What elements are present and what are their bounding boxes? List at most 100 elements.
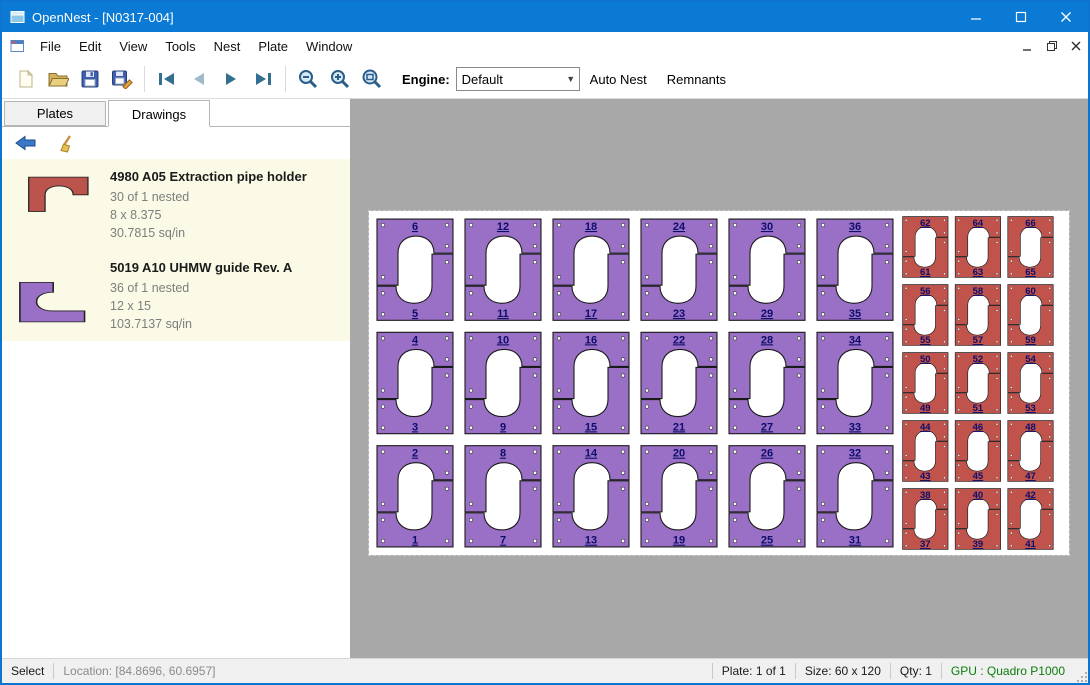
close-icon[interactable] — [1043, 2, 1088, 32]
part-number: 21 — [673, 421, 685, 433]
part-hole — [996, 219, 998, 221]
part-hole — [733, 223, 736, 226]
part-hole — [445, 426, 448, 429]
go-previous-icon[interactable] — [183, 64, 215, 94]
nest-cell[interactable]: 5453 — [1008, 353, 1053, 414]
menu-edit[interactable]: Edit — [70, 34, 110, 59]
save-as-icon[interactable] — [106, 64, 138, 94]
nest-cell[interactable]: 5251 — [955, 353, 1000, 414]
menu-nest[interactable]: Nest — [205, 34, 250, 59]
nest-cell[interactable]: 2221 — [641, 332, 717, 433]
nest-cell[interactable]: 2827 — [729, 332, 805, 433]
part-number: 48 — [1025, 422, 1036, 433]
list-item[interactable]: 5019 A10 UHMW guide Rev. A 36 of 1 neste… — [2, 250, 350, 341]
part-hole — [943, 355, 945, 357]
auto-nest-button[interactable]: Auto Nest — [580, 66, 657, 93]
mdi-close-icon[interactable] — [1064, 35, 1088, 57]
nest-cell[interactable]: 43 — [377, 332, 453, 433]
zoom-fit-icon[interactable] — [356, 64, 388, 94]
part-hole — [445, 223, 448, 226]
save-icon[interactable] — [74, 64, 106, 94]
part-hole — [733, 337, 736, 340]
part-hole — [1049, 377, 1051, 379]
nest-cell[interactable]: 109 — [465, 332, 541, 433]
menu-window[interactable]: Window — [297, 34, 361, 59]
nest-cell[interactable]: 3231 — [817, 446, 893, 547]
part-hole — [445, 487, 448, 490]
zoom-out-icon[interactable] — [292, 64, 324, 94]
part-number: 12 — [497, 221, 509, 233]
part-thumbnail-purple — [6, 258, 110, 333]
nest-cell[interactable]: 2019 — [641, 446, 717, 547]
nest-cell[interactable]: 6059 — [1008, 285, 1053, 346]
mdi-restore-icon[interactable] — [1040, 35, 1064, 57]
import-arrow-icon[interactable] — [10, 128, 42, 158]
zoom-in-icon[interactable] — [324, 64, 356, 94]
nest-cell[interactable]: 4847 — [1008, 421, 1053, 482]
nest-cell[interactable]: 4645 — [955, 421, 1000, 482]
menu-plate[interactable]: Plate — [249, 34, 297, 59]
document-icon[interactable] — [10, 39, 25, 53]
nest-cell[interactable]: 2423 — [641, 219, 717, 320]
mdi-minimize-icon[interactable] — [1016, 35, 1040, 57]
engine-value: Default — [457, 72, 563, 87]
nest-cell[interactable]: 6463 — [955, 217, 1000, 278]
open-folder-icon[interactable] — [42, 64, 74, 94]
go-first-icon[interactable] — [151, 64, 183, 94]
nest-cell[interactable]: 3837 — [903, 489, 948, 550]
nest-canvas[interactable]: 6512111817242330293635431091615222128273… — [350, 99, 1088, 658]
nest-cell[interactable]: 1817 — [553, 219, 629, 320]
nest-cell[interactable]: 3433 — [817, 332, 893, 433]
nest-cell[interactable]: 3029 — [729, 219, 805, 320]
go-next-icon[interactable] — [215, 64, 247, 94]
menu-view[interactable]: View — [110, 34, 156, 59]
part-hole — [943, 513, 945, 515]
part-hole — [1049, 241, 1051, 243]
nest-cell[interactable]: 21 — [377, 446, 453, 547]
maximize-icon[interactable] — [998, 2, 1043, 32]
part-hole — [905, 477, 907, 479]
tab-drawings[interactable]: Drawings — [108, 100, 210, 127]
part-number: 23 — [673, 308, 685, 320]
nest-cell[interactable]: 5655 — [903, 285, 948, 346]
nest-cell[interactable]: 3635 — [817, 219, 893, 320]
part-hole — [885, 337, 888, 340]
part-hole — [381, 223, 384, 226]
part-hole — [1010, 409, 1012, 411]
nest-cell[interactable]: 1615 — [553, 332, 629, 433]
part-hole — [996, 477, 998, 479]
engine-select[interactable]: Default ▼ — [456, 67, 580, 91]
new-file-icon[interactable] — [10, 64, 42, 94]
nest-cell[interactable]: 6665 — [1008, 217, 1053, 278]
broom-icon[interactable] — [52, 128, 84, 158]
remnants-button[interactable]: Remnants — [657, 66, 736, 93]
nest-cell[interactable]: 87 — [465, 446, 541, 547]
menu-tools[interactable]: Tools — [156, 34, 204, 59]
nest-cell[interactable]: 4039 — [955, 489, 1000, 550]
part-number: 20 — [673, 448, 685, 460]
nest-cell[interactable]: 4443 — [903, 421, 948, 482]
tab-plates[interactable]: Plates — [4, 101, 106, 126]
nest-cell[interactable]: 4241 — [1008, 489, 1053, 550]
resize-grip[interactable] — [1074, 659, 1088, 683]
nest-cell[interactable]: 2625 — [729, 446, 805, 547]
part-hole — [905, 423, 907, 425]
nest-cell[interactable]: 5857 — [955, 285, 1000, 346]
nest-cell[interactable]: 65 — [377, 219, 453, 320]
menu-file[interactable]: File — [31, 34, 70, 59]
nest-cell[interactable]: 5049 — [903, 353, 948, 414]
part-hole — [709, 539, 712, 542]
nest-cell[interactable]: 6261 — [903, 217, 948, 278]
list-item[interactable]: 4980 A05 Extraction pipe holder 30 of 1 … — [2, 159, 350, 250]
part-hole — [533, 539, 536, 542]
part-number: 7 — [500, 535, 506, 547]
minimize-icon[interactable] — [953, 2, 998, 32]
nest-cell[interactable]: 1413 — [553, 446, 629, 547]
nest-cell[interactable]: 1211 — [465, 219, 541, 320]
part-hole — [1049, 477, 1051, 479]
part-hole — [958, 341, 960, 343]
plate[interactable]: 6512111817242330293635431091615222128273… — [369, 211, 1069, 555]
part-hole — [958, 464, 960, 466]
part-hole — [621, 471, 624, 474]
go-last-icon[interactable] — [247, 64, 279, 94]
